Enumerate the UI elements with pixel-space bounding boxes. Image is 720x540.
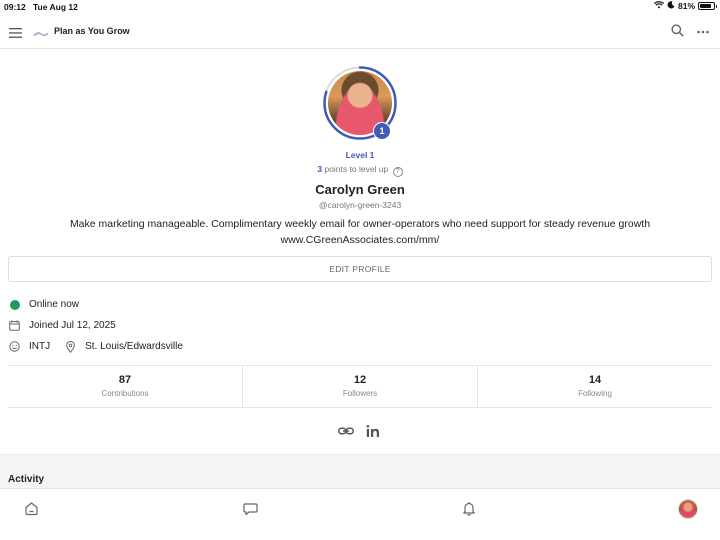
- community-logo[interactable]: [33, 26, 49, 37]
- location-text: St. Louis/Edwardsville: [85, 341, 183, 352]
- link-icon[interactable]: [338, 424, 354, 443]
- wifi-icon: [653, 1, 665, 11]
- community-title[interactable]: Plan as You Grow: [54, 26, 130, 36]
- search-icon[interactable]: [671, 24, 684, 42]
- battery-icon: [698, 2, 717, 10]
- smiley-icon: [8, 340, 21, 353]
- status-date: Tue Aug 12: [33, 2, 78, 12]
- stat-value: 12: [353, 374, 367, 386]
- battery-percent: 81%: [677, 1, 695, 11]
- joined-date: Joined Jul 12, 2025: [8, 319, 116, 332]
- stat-value: 87: [118, 374, 132, 386]
- points-text: points to level up: [324, 164, 389, 174]
- points-count: 3: [317, 164, 323, 174]
- moon-icon: [667, 1, 675, 11]
- profile-stats: 87 Contributions 12 Followers 14 Followi…: [8, 365, 712, 408]
- points-to-level-up: 3 points to level up ?: [0, 164, 720, 177]
- personality-location-row: INTJ St. Louis/Edwardsville: [8, 340, 183, 353]
- profile-name: Carolyn Green: [315, 182, 405, 197]
- avatar: [678, 499, 698, 519]
- profile-handle: @carolyn-green-3243: [318, 200, 402, 210]
- profile-tab-avatar[interactable]: [678, 499, 698, 519]
- help-icon[interactable]: ?: [392, 167, 403, 177]
- social-links: [338, 424, 380, 443]
- stat-label: Followers: [342, 389, 378, 398]
- bio-website[interactable]: www.CGreenAssociates.com/mm/: [0, 232, 720, 248]
- battery-fill: [700, 4, 711, 8]
- more-icon[interactable]: [697, 23, 709, 42]
- chat-icon[interactable]: [243, 501, 258, 521]
- bottom-tab-bar: [0, 488, 720, 540]
- level-badge: 1: [373, 122, 391, 140]
- linkedin-icon[interactable]: [366, 424, 380, 443]
- stat-value: 14: [588, 374, 602, 386]
- app-header: Plan as You Grow: [0, 14, 720, 49]
- stat-contributions[interactable]: 87 Contributions: [8, 366, 243, 407]
- status-bar: 09:12 Tue Aug 12 81%: [0, 0, 720, 14]
- location-pin-icon: [64, 340, 77, 353]
- bio-line: Make marketing manageable. Complimentary…: [69, 218, 651, 230]
- personality-text: INTJ: [29, 341, 51, 352]
- stat-following[interactable]: 14 Following: [478, 366, 712, 407]
- profile-bio: Make marketing manageable. Complimentary…: [0, 216, 720, 248]
- calendar-icon: [8, 319, 21, 332]
- online-dot-icon: [8, 298, 21, 311]
- bell-icon[interactable]: [462, 501, 476, 521]
- joined-text: Joined Jul 12, 2025: [29, 320, 116, 331]
- activity-heading: Activity: [8, 474, 45, 485]
- level-label: Level 1: [345, 150, 375, 160]
- online-text: Online now: [29, 299, 80, 310]
- stat-label: Contributions: [101, 389, 149, 398]
- edit-profile-button[interactable]: EDIT PROFILE: [8, 256, 712, 282]
- menu-icon[interactable]: [9, 25, 22, 43]
- stat-followers[interactable]: 12 Followers: [243, 366, 478, 407]
- home-icon[interactable]: [24, 501, 39, 521]
- status-right: 81%: [653, 1, 717, 11]
- profile-avatar[interactable]: 1: [322, 65, 398, 141]
- stat-label: Following: [578, 389, 612, 398]
- status-time: 09:12: [4, 2, 26, 12]
- online-status: Online now: [8, 298, 79, 311]
